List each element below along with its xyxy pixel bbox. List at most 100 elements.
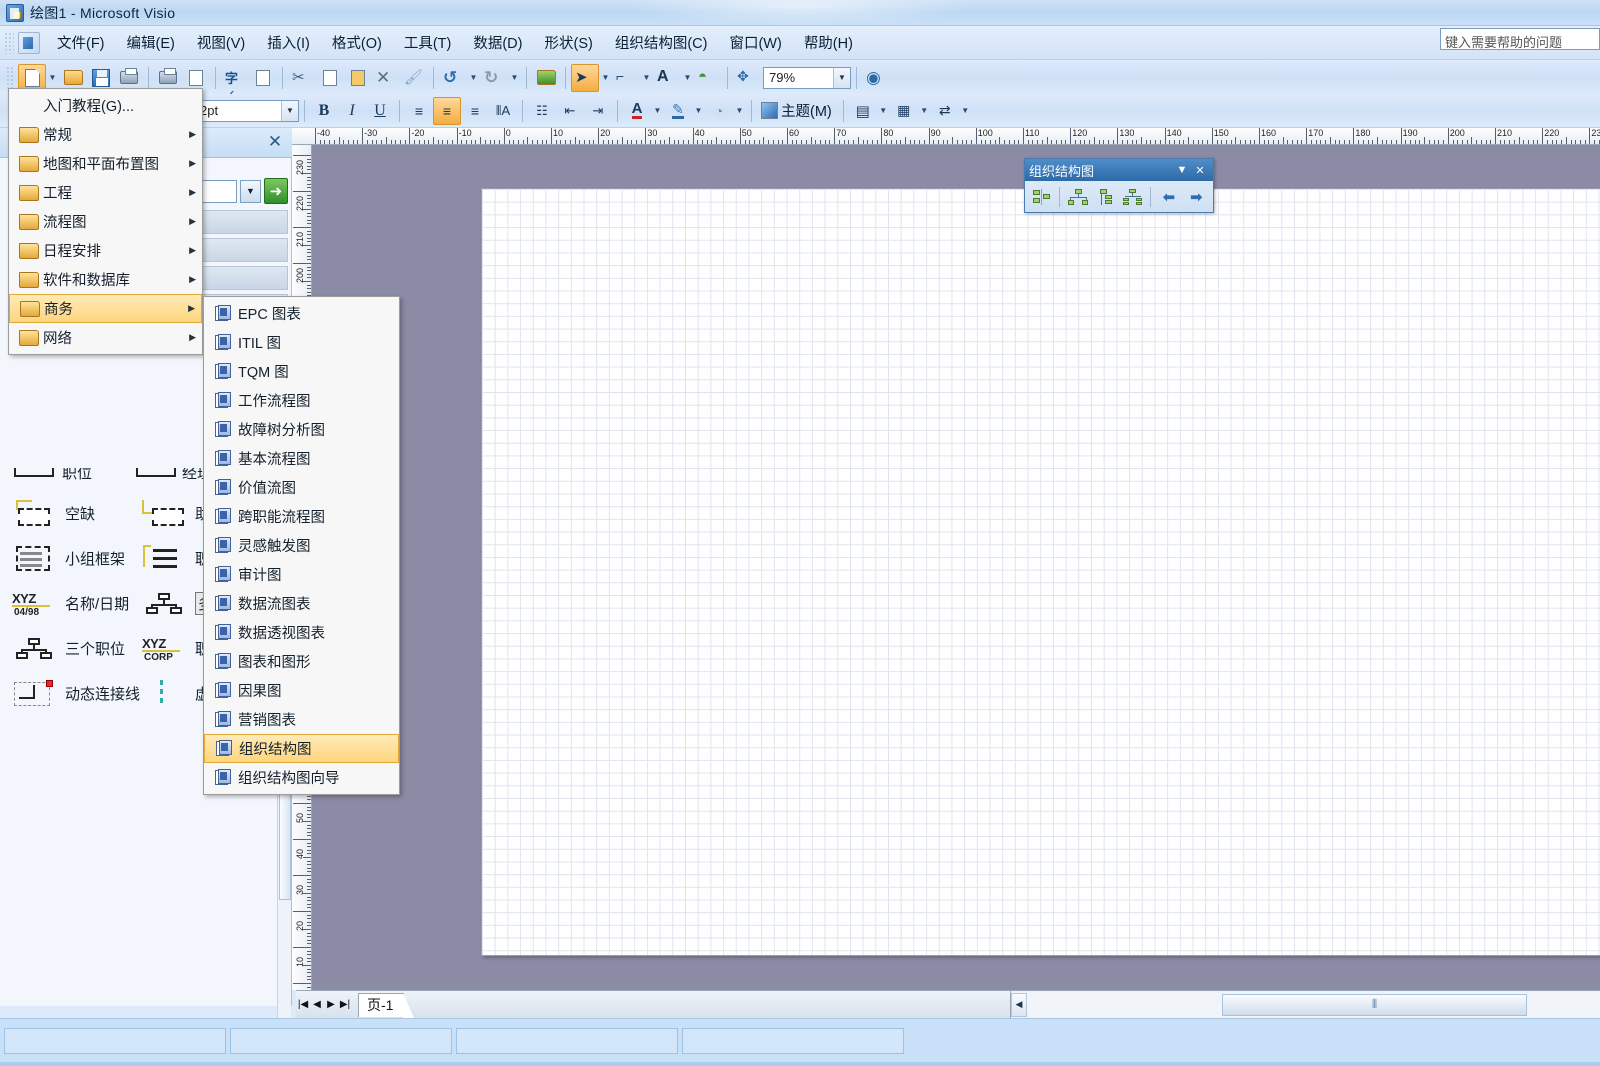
help-button[interactable]: ◉ — [862, 64, 890, 92]
business-menu-item[interactable]: 故障树分析图 — [204, 415, 399, 444]
floating-toolbar-title-bar[interactable]: 组织结构图 ▼ ✕ — [1025, 159, 1213, 181]
align-left-button[interactable]: ≡ — [405, 97, 433, 125]
spelling-button[interactable]: 字✓ — [221, 64, 249, 102]
menu-item-maps-floorplans[interactable]: 地图和平面布置图 ▶ — [9, 149, 202, 178]
move-right-button[interactable]: ➡ — [1184, 184, 1209, 210]
business-menu-item[interactable]: 因果图 — [204, 676, 399, 705]
shape-item-vacancy[interactable]: 空缺 — [10, 498, 95, 528]
standard-toolbar-grip[interactable] — [6, 65, 14, 90]
next-page-icon[interactable]: ▶ — [324, 994, 338, 1016]
shape-item-name-date[interactable]: XYZ 04/98 名称/日期 — [10, 588, 129, 618]
copy-button[interactable] — [316, 64, 344, 92]
menu-item-software-database[interactable]: 软件和数据库 ▶ — [9, 265, 202, 294]
line-weight-dropdown-arrow[interactable]: ▼ — [877, 97, 890, 125]
layout-horizontal-button[interactable] — [1065, 184, 1090, 210]
menu-item-general[interactable]: 常规 ▶ — [9, 120, 202, 149]
prev-page-icon[interactable]: ◀ — [310, 994, 324, 1016]
fill-color-button[interactable]: ◔ — [705, 97, 733, 125]
menu-orgchart[interactable]: 组织结构图(C) — [604, 27, 719, 58]
font-size-dropdown-arrow[interactable]: ▼ — [281, 100, 298, 121]
shape-item-team-frame[interactable]: 小组框架 — [10, 543, 125, 573]
redo-button[interactable]: ↻ — [480, 64, 508, 92]
menu-help[interactable]: 帮助(H) — [793, 27, 864, 58]
control-menu-icon[interactable] — [18, 31, 40, 54]
scrollbar-thumb[interactable] — [279, 780, 291, 900]
horizontal-ruler[interactable]: -40 -30 -20 -10 0 10 20 30 40 50 60 70 80 90 100 110 120… — [292, 128, 1600, 145]
cut-button[interactable]: ✂ — [288, 64, 316, 92]
scrollbar-track[interactable]: ⦀ — [1027, 992, 1600, 1017]
menu-item-network[interactable]: 网络 ▶ — [9, 323, 202, 352]
business-menu-item[interactable]: 跨职能流程图 — [204, 502, 399, 531]
menu-format[interactable]: 格式(O) — [321, 27, 393, 58]
layout-side-by-side-button[interactable] — [1120, 184, 1145, 210]
menu-view[interactable]: 视图(V) — [186, 27, 256, 58]
bullets-button[interactable]: ☷ — [528, 97, 556, 125]
horizontal-scrollbar[interactable]: ◀ ⦀ — [1011, 990, 1600, 1018]
menu-window[interactable]: 窗口(W) — [718, 27, 792, 58]
layout-vertical-button[interactable] — [1093, 184, 1118, 210]
align-center-button[interactable]: ≡ — [433, 96, 461, 125]
stencil-bar[interactable] — [200, 238, 288, 262]
chevron-down-icon[interactable]: ▼ — [240, 179, 261, 203]
shape-item-three-positions[interactable]: 三个职位 — [10, 633, 125, 663]
pointer-dropdown-arrow[interactable]: ▼ — [599, 64, 612, 92]
menu-item-engineering[interactable]: 工程 ▶ — [9, 178, 202, 207]
redo-dropdown-arrow[interactable]: ▼ — [508, 64, 521, 92]
business-menu-item[interactable]: 基本流程图 — [204, 444, 399, 473]
delete-button[interactable]: ✕ — [372, 64, 400, 92]
page-tab[interactable]: 页-1 — [358, 992, 416, 1018]
menu-item-business[interactable]: 商务 ▶ — [9, 294, 202, 323]
connector-dropdown-arrow[interactable]: ▼ — [640, 64, 653, 92]
font-size-combo[interactable]: 2pt ▼ — [194, 99, 299, 122]
close-icon[interactable]: ✕ — [1191, 161, 1209, 179]
fill-color-dropdown-arrow[interactable]: ▼ — [733, 97, 746, 125]
line-color-dropdown-arrow[interactable]: ▼ — [692, 97, 705, 125]
shape-item-dynamic-connector[interactable]: 动态连接线 — [10, 678, 140, 708]
drawing-tool-button[interactable]: ◓ — [694, 64, 722, 92]
stencil-bar[interactable] — [200, 266, 288, 290]
shapes-window-button[interactable] — [532, 64, 560, 92]
underline-button[interactable]: U — [366, 97, 394, 125]
first-page-icon[interactable]: |◀ — [296, 994, 310, 1016]
line-color-button[interactable]: ✎ — [664, 97, 692, 125]
pan-zoom-button[interactable]: ✥ — [733, 64, 761, 92]
business-menu-item[interactable]: 价值流图 — [204, 473, 399, 502]
drawing-page[interactable] — [481, 188, 1600, 956]
reorganize-button[interactable] — [1029, 184, 1054, 210]
business-menu-item[interactable]: ITIL 图 — [204, 328, 399, 357]
line-weight-button[interactable]: ▤ — [849, 97, 877, 125]
zoom-combo[interactable]: 79% ▼ — [763, 66, 851, 89]
business-menu-item[interactable]: 灵感触发图 — [204, 531, 399, 560]
menubar-grip[interactable] — [4, 31, 14, 54]
business-menu-item[interactable]: 数据透视图表 — [204, 618, 399, 647]
zoom-dropdown-arrow[interactable]: ▼ — [833, 67, 850, 88]
move-left-button[interactable]: ⬅ — [1156, 184, 1181, 210]
search-input[interactable] — [200, 179, 238, 203]
business-menu-item[interactable]: 组织结构图向导 — [204, 763, 399, 792]
drawing-canvas-area[interactable] — [312, 145, 1600, 990]
business-menu-item[interactable]: 审计图 — [204, 560, 399, 589]
business-menu-item[interactable]: 工作流程图 — [204, 386, 399, 415]
undo-button[interactable]: ↺ — [439, 64, 467, 92]
business-menu-item[interactable]: EPC 图表 — [204, 299, 399, 328]
theme-button[interactable] — [757, 97, 781, 125]
undo-dropdown-arrow[interactable]: ▼ — [467, 64, 480, 92]
line-ends-dropdown-arrow[interactable]: ▼ — [959, 97, 972, 125]
paste-button[interactable] — [344, 64, 372, 92]
format-painter-button[interactable]: 🖌 — [400, 64, 428, 92]
menu-data[interactable]: 数据(D) — [462, 27, 533, 58]
line-pattern-button[interactable]: ▦ — [890, 97, 918, 125]
italic-button[interactable]: I — [338, 97, 366, 125]
menu-insert[interactable]: 插入(I) — [256, 27, 321, 58]
scrollbar-thumb[interactable]: ⦀ — [1222, 993, 1527, 1016]
menu-tools[interactable]: 工具(T) — [393, 27, 463, 58]
bold-button[interactable]: B — [310, 97, 338, 125]
business-menu-item[interactable]: 营销图表 — [204, 705, 399, 734]
menu-file[interactable]: 文件(F) — [46, 27, 116, 58]
pointer-tool-button[interactable]: ➤ — [571, 63, 599, 92]
business-menu-item[interactable]: 图表和图形 — [204, 647, 399, 676]
research-button[interactable] — [249, 64, 277, 92]
menu-item-flowchart[interactable]: 流程图 ▶ — [9, 207, 202, 236]
menu-item-schedule[interactable]: 日程安排 ▶ — [9, 236, 202, 265]
menu-item-getting-started[interactable]: 入门教程(G)... — [9, 91, 202, 120]
